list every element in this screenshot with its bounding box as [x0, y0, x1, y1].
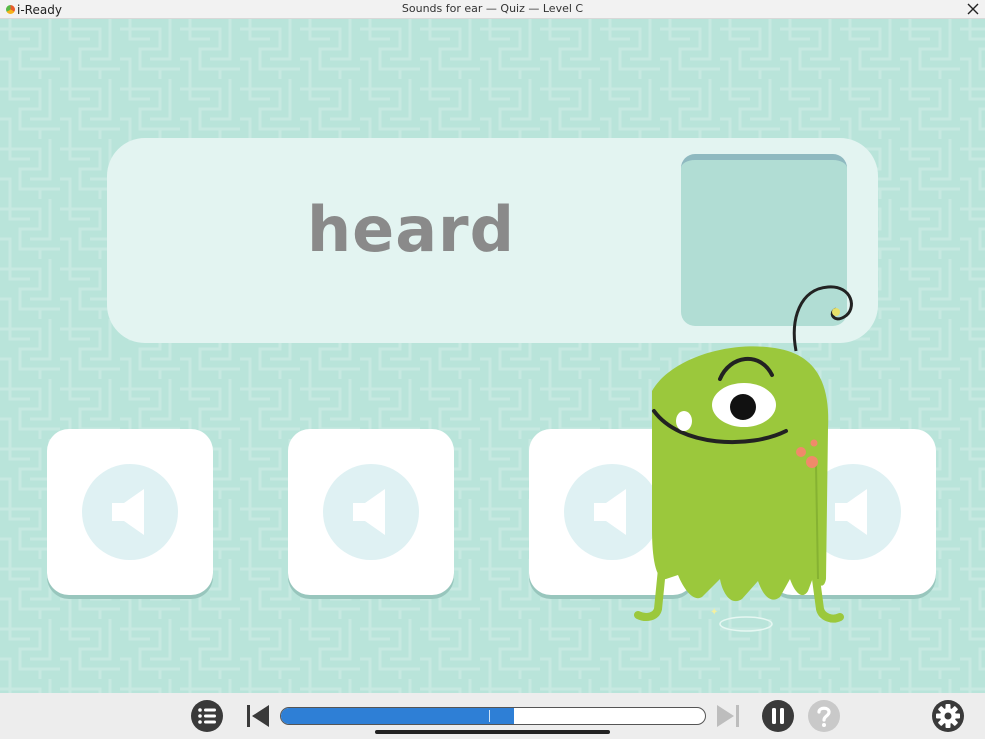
- progress-marker: [488, 710, 490, 722]
- speaker-icon: [82, 464, 178, 560]
- window-title: Sounds for ear — Quiz — Level C: [401, 2, 584, 15]
- progress-fill: [281, 708, 515, 724]
- help-icon: [808, 700, 840, 732]
- previous-button[interactable]: [240, 699, 274, 733]
- help-button[interactable]: [807, 699, 841, 733]
- pause-button[interactable]: [761, 699, 795, 733]
- speaker-icon: [323, 464, 419, 560]
- menu-button[interactable]: [190, 699, 224, 733]
- close-icon: [967, 3, 979, 15]
- sound-choice-1[interactable]: [47, 429, 213, 595]
- gear-icon: [932, 700, 964, 732]
- settings-button[interactable]: [931, 699, 965, 733]
- pause-icon: [762, 700, 794, 732]
- title-bar: i-Ready Sounds for ear — Quiz — Level C: [0, 0, 985, 19]
- sound-choice-2[interactable]: [288, 429, 454, 595]
- svg-text:✦: ✦: [710, 607, 718, 618]
- lesson-progress-bar: [280, 707, 706, 725]
- target-word: heard: [307, 193, 515, 266]
- home-indicator: [375, 730, 610, 734]
- close-button[interactable]: [965, 0, 981, 18]
- monster-character: ✦ ✦ ✦: [634, 285, 853, 632]
- lesson-stage: heard ✦: [0, 19, 985, 693]
- skip-back-icon: [247, 705, 269, 727]
- next-button[interactable]: [712, 699, 746, 733]
- navigation-toolbar: [0, 693, 985, 739]
- list-icon: [191, 700, 223, 732]
- skip-forward-icon: [717, 705, 739, 727]
